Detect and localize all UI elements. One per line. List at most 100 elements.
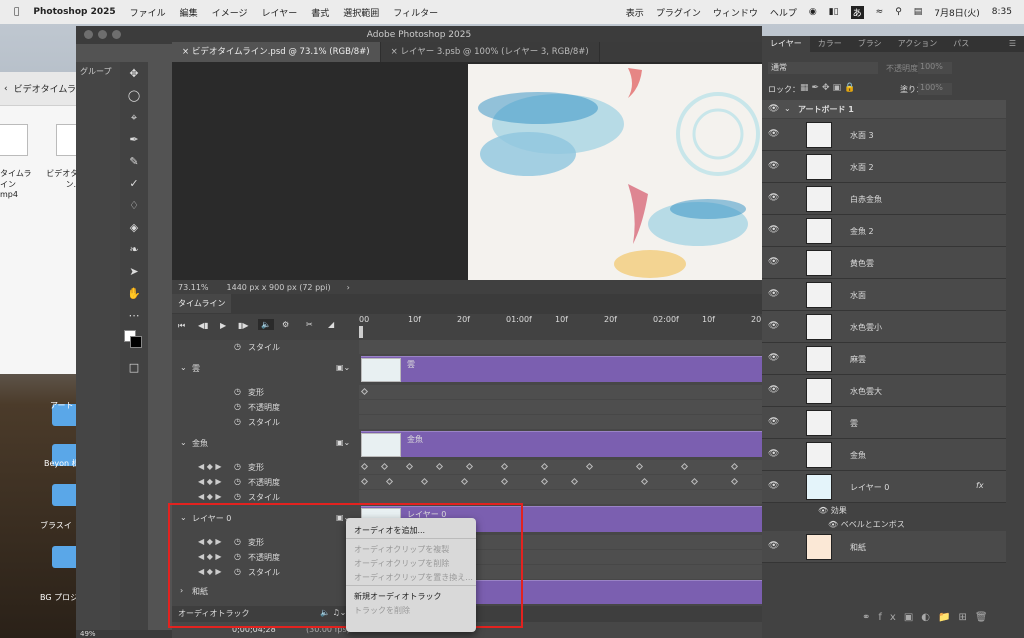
timeline-property-row[interactable]: ◷ ◀ ◆ ▶ 不透明度	[172, 475, 762, 489]
more-tools-icon[interactable]: ⋯	[124, 306, 144, 326]
color-swatches[interactable]	[124, 328, 144, 356]
brush-tool-icon[interactable]: ✎	[124, 152, 144, 172]
timeline-property-row[interactable]: ◷ ◀ ◆ ▶ スタイル	[172, 490, 762, 504]
context-menu-item[interactable]: 新規オーディオトラック	[346, 588, 476, 602]
next-frame-icon[interactable]: ▮▶	[238, 321, 249, 330]
app-menu[interactable]: Photoshop 2025	[33, 7, 115, 17]
pen-tool-icon[interactable]: ❧	[124, 240, 144, 260]
layer-row[interactable]: 👁 金魚 2	[762, 215, 1006, 247]
time-ruler[interactable]: 00 10f 20f 01:00f 10f 20f 02:00f 10f 20	[359, 314, 762, 340]
chevron-down-icon[interactable]: ⌄	[180, 363, 187, 372]
eye-icon[interactable]: 👁	[828, 520, 838, 529]
paint-bucket-icon[interactable]: ♢	[124, 196, 144, 216]
menu-plugins[interactable]: プラグイン	[656, 6, 701, 19]
layer-row[interactable]: 👁 黄色雲	[762, 247, 1006, 279]
blur-tool-icon[interactable]: ◈	[124, 218, 144, 238]
artboard-row[interactable]: 👁 ⌄ アートボード 1	[762, 100, 1006, 118]
timeline-layer-track[interactable]: ⌄ ▣⌄ 雲 雲	[172, 355, 762, 383]
split-scissors-icon[interactable]: ✂	[306, 320, 313, 329]
layer-row[interactable]: 👁 水色雲大	[762, 375, 1006, 407]
eyedropper-tool-icon[interactable]: ✒	[124, 130, 144, 150]
eye-icon[interactable]: 👁	[768, 481, 779, 491]
transition-icon[interactable]: ◢	[328, 320, 334, 329]
tab-video-timeline[interactable]: × ビデオタイムライン.psd @ 73.1% (RGB/8#)	[172, 42, 381, 62]
tab-brush[interactable]: ブラシ	[850, 36, 890, 52]
timeline-property-row[interactable]: ◷ ◀ ◆ ▶ 変形	[172, 460, 762, 474]
chevron-down-icon[interactable]: ⌄	[180, 438, 187, 447]
film-strip-icon[interactable]: ▣⌄	[336, 438, 350, 447]
layer-row[interactable]: 👁 麻雲	[762, 343, 1006, 375]
eye-icon[interactable]: 👁	[768, 129, 779, 139]
folder-icon[interactable]: 📁	[938, 612, 958, 623]
gear-icon[interactable]: ⚙	[282, 320, 289, 329]
film-strip-icon[interactable]: ▣⌄	[336, 363, 350, 372]
lasso-tool-icon[interactable]: ◯	[124, 86, 144, 106]
timeline-property-row[interactable]: ◷ スタイル	[172, 415, 762, 429]
new-layer-icon[interactable]: ⊞	[958, 612, 974, 623]
layer-row[interactable]: 👁 水面 2	[762, 151, 1006, 183]
fill-field[interactable]: 100%	[918, 83, 952, 95]
eye-icon[interactable]: 👁	[768, 193, 779, 203]
timeline-property-row[interactable]: ◷ スタイル	[172, 340, 762, 354]
menu-select[interactable]: 選択範囲	[343, 6, 379, 19]
first-frame-icon[interactable]: ⏮	[178, 321, 185, 331]
ime-indicator[interactable]: あ	[850, 5, 864, 19]
back-icon[interactable]: ‹	[4, 84, 8, 94]
timeline-property-row[interactable]: ◷ 不透明度	[172, 400, 762, 414]
eye-icon[interactable]: 👁	[818, 506, 828, 515]
eye-icon[interactable]: 👁	[768, 289, 779, 299]
tab-timeline[interactable]: タイムライン	[172, 294, 232, 313]
file-thumbnail[interactable]	[0, 124, 28, 156]
property-lane[interactable]	[359, 490, 762, 504]
menu-view[interactable]: 表示	[626, 6, 644, 19]
eye-icon[interactable]: 👁	[768, 385, 779, 395]
tab-layer3[interactable]: × レイヤー 3.psb @ 100% (レイヤー 3, RGB/8#)	[381, 42, 600, 62]
timeline-layer-track[interactable]: ⌄ ▣⌄ 金魚 金魚	[172, 430, 762, 458]
tab-paths[interactable]: パス	[945, 36, 977, 52]
fx-badge[interactable]: fx	[976, 481, 984, 490]
menubar-time[interactable]: 8:35	[992, 7, 1012, 17]
mask-icon[interactable]: ▣	[904, 612, 921, 623]
eye-icon[interactable]: 👁	[768, 104, 779, 114]
stopwatch-icon[interactable]: ◷	[234, 387, 241, 396]
chevron-down-icon[interactable]: ⌄	[784, 104, 791, 113]
eye-icon[interactable]: 👁	[768, 449, 779, 459]
eye-icon[interactable]: 👁	[768, 417, 779, 427]
search-icon[interactable]: ⚲	[895, 7, 902, 17]
control-center-icon[interactable]: ▤	[914, 7, 923, 17]
quick-mask-icon[interactable]: □	[124, 358, 144, 378]
layer-row[interactable]: 👁 雲	[762, 407, 1006, 439]
move-tool-icon[interactable]: ✥	[124, 64, 144, 84]
apple-icon[interactable]: 	[14, 7, 19, 17]
fx-icon[interactable]: fx	[878, 612, 903, 623]
eye-icon[interactable]: 👁	[768, 353, 779, 363]
menu-window[interactable]: ウィンドウ	[713, 6, 758, 19]
eye-icon[interactable]: 👁	[768, 225, 779, 235]
crop-tool-icon[interactable]: ⌖	[124, 108, 144, 128]
blend-mode-select[interactable]: 通常	[768, 62, 878, 74]
menu-type[interactable]: 書式	[311, 6, 329, 19]
play-icon[interactable]: ▶	[220, 321, 226, 330]
history-brush-icon[interactable]: ✓	[124, 174, 144, 194]
wifi-icon[interactable]: ≈	[876, 7, 884, 17]
link-icon[interactable]: ⚭	[862, 612, 878, 623]
tab-actions[interactable]: アクション	[890, 36, 946, 52]
video-clip[interactable]: 金魚	[361, 431, 762, 457]
close-window-button[interactable]	[84, 30, 93, 39]
layer-row[interactable]: 👁 水面	[762, 279, 1006, 311]
eye-icon[interactable]: 👁	[768, 161, 779, 171]
audio-mute-icon[interactable]: 🔈	[258, 319, 274, 330]
keyframe-navigator[interactable]: ◀ ◆ ▶	[198, 462, 222, 471]
menu-help[interactable]: ヘルプ	[770, 6, 797, 19]
keyframe-navigator[interactable]: ◀ ◆ ▶	[198, 492, 222, 501]
timeline-property-row[interactable]: ◷ 変形	[172, 385, 762, 399]
stopwatch-icon[interactable]: ◷	[234, 402, 241, 411]
eye-icon[interactable]: 👁	[768, 321, 779, 331]
effects-label[interactable]: 👁 効果	[818, 505, 847, 516]
property-lane[interactable]	[359, 400, 762, 414]
playhead-handle[interactable]	[359, 326, 363, 338]
property-lane[interactable]	[359, 475, 762, 489]
property-lane[interactable]	[359, 340, 762, 354]
zoom-window-button[interactable]	[112, 30, 121, 39]
layer-row[interactable]: 👁 白赤金魚	[762, 183, 1006, 215]
